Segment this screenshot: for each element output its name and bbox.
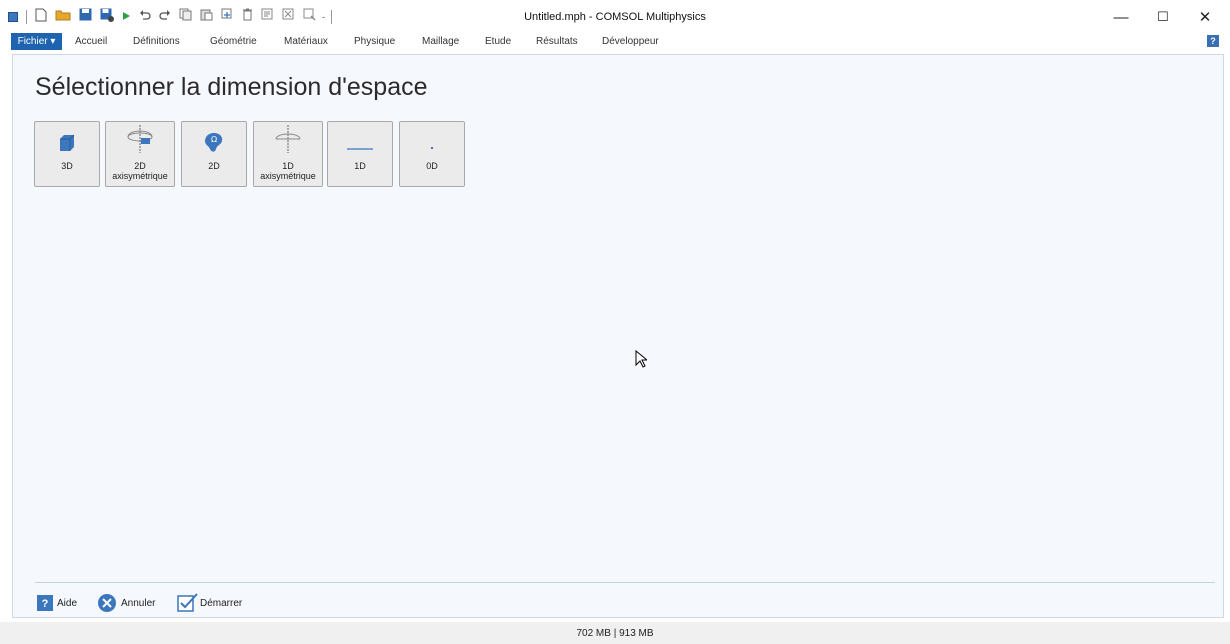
- start-label: Démarrer: [200, 597, 243, 609]
- axisymmetric-2d-icon: [125, 125, 155, 158]
- dimension-1d-button[interactable]: 1D: [327, 121, 393, 187]
- status-bar: 702 MB | 913 MB: [0, 622, 1230, 644]
- cancel-button[interactable]: Annuler: [97, 593, 155, 613]
- mouse-pointer-icon: [635, 349, 649, 373]
- help-button[interactable]: ? Aide: [37, 593, 77, 613]
- cancel-label: Annuler: [121, 597, 156, 609]
- footer-divider: [35, 582, 1215, 583]
- ribbon-tabs: Accueil Définitions Géométrie Matériaux …: [0, 34, 1230, 52]
- dimension-sublabel: axisymétrique: [112, 171, 168, 181]
- dimension-1d-axisymmetric-button[interactable]: 1D axisymétrique: [253, 121, 323, 187]
- svg-text:?: ?: [42, 598, 49, 610]
- dimension-2d-axisymmetric-button[interactable]: 2D axisymétrique: [105, 121, 175, 187]
- tab-maillage[interactable]: Maillage: [422, 36, 459, 47]
- dimension-label: 3D: [61, 161, 73, 171]
- tab-definitions[interactable]: Définitions: [133, 36, 180, 47]
- title-bar: - Untitled.mph - COMSOL Multiphysics — ☐…: [0, 0, 1230, 34]
- svg-text:Ω: Ω: [211, 135, 217, 144]
- tab-etude[interactable]: Etude: [485, 36, 511, 47]
- dimension-2d-button[interactable]: Ω 2D: [181, 121, 247, 187]
- cancel-x-icon: [97, 593, 117, 613]
- dimension-0d-button[interactable]: 0D: [399, 121, 465, 187]
- dimension-label: 2D: [208, 161, 220, 171]
- start-button[interactable]: Démarrer: [177, 593, 242, 613]
- model-wizard-panel: Sélectionner la dimension d'espace 3D 2D…: [12, 54, 1224, 618]
- dimension-label: 2D: [134, 161, 146, 171]
- memory-usage: 702 MB | 913 MB: [576, 628, 654, 639]
- help-label: Aide: [57, 597, 78, 609]
- dimension-label: 1D: [282, 161, 294, 171]
- line-1d-icon: [345, 139, 375, 158]
- question-mark-icon: ?: [37, 595, 53, 611]
- omega-2d-icon: Ω: [203, 131, 225, 158]
- tab-resultats[interactable]: Résultats: [536, 36, 578, 47]
- maximize-button[interactable]: ☐: [1146, 4, 1180, 30]
- minimize-button[interactable]: —: [1104, 4, 1138, 30]
- tab-developpeur[interactable]: Développeur: [602, 36, 659, 47]
- tab-geometrie[interactable]: Géométrie: [210, 36, 257, 47]
- dimension-label: 0D: [426, 161, 438, 171]
- help-icon[interactable]: ?: [1207, 35, 1219, 47]
- cube-3d-icon: [57, 133, 77, 158]
- window-title: Untitled.mph - COMSOL Multiphysics: [524, 11, 706, 23]
- tab-materiaux[interactable]: Matériaux: [284, 36, 328, 47]
- file-menu-button[interactable]: Fichier ▾: [11, 33, 62, 50]
- tab-accueil[interactable]: Accueil: [75, 36, 107, 47]
- dimension-label: 1D: [354, 161, 366, 171]
- dimension-sublabel: axisymétrique: [260, 171, 316, 181]
- checkbox-check-icon: [177, 593, 199, 613]
- page-title: Sélectionner la dimension d'espace: [35, 73, 428, 101]
- point-0d-icon: [427, 139, 437, 158]
- tab-physique[interactable]: Physique: [354, 36, 395, 47]
- dimension-3d-button[interactable]: 3D: [34, 121, 100, 187]
- close-button[interactable]: ✕: [1188, 4, 1222, 30]
- axisymmetric-1d-icon: [273, 125, 303, 158]
